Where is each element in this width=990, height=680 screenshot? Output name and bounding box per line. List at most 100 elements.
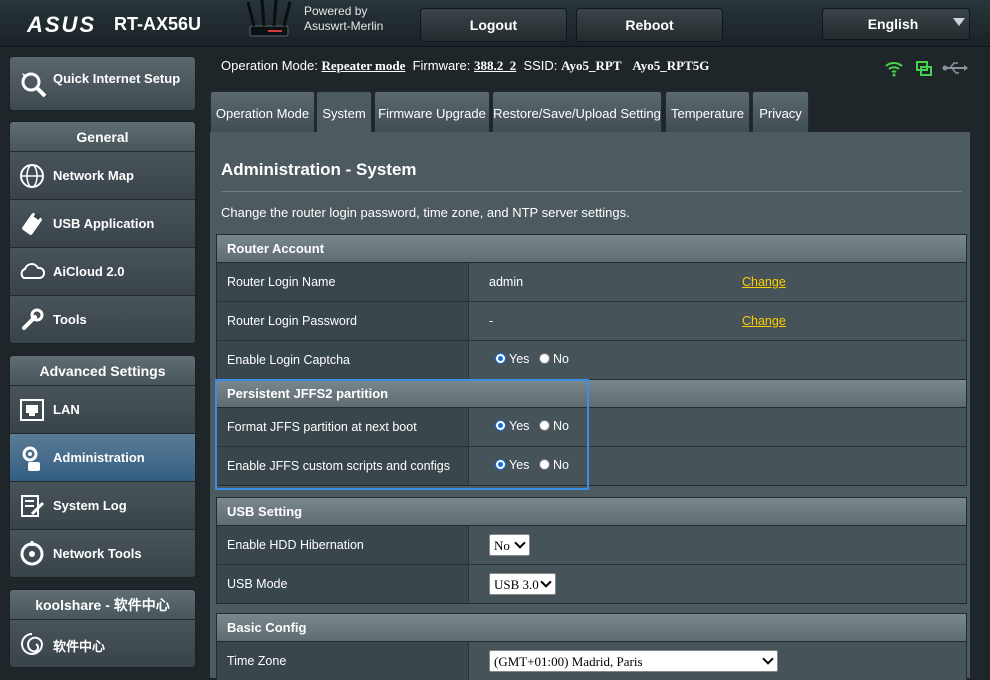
table-row: USB Mode USB 3.0 bbox=[217, 565, 966, 603]
login-password-value: - bbox=[489, 314, 494, 328]
language-select[interactable]: English bbox=[822, 8, 970, 40]
login-name-value: admin bbox=[489, 275, 524, 289]
login-password-label: Router Login Password bbox=[227, 314, 357, 328]
radio-unchecked-icon bbox=[539, 353, 550, 364]
general-title: General bbox=[10, 122, 195, 152]
jffs-highlight-box bbox=[215, 379, 589, 490]
sidebar-item-administration[interactable]: Administration bbox=[10, 434, 195, 482]
basic-config-header: Basic Config bbox=[217, 614, 966, 642]
network-tools-icon bbox=[20, 541, 44, 566]
router-account-header: Router Account bbox=[217, 235, 966, 263]
table-row: Enable Login Captcha Yes No bbox=[217, 341, 966, 379]
captcha-yes-radio[interactable]: Yes bbox=[495, 352, 529, 366]
table-row: Enable HDD Hibernation No bbox=[217, 526, 966, 565]
sidebar-item-software-center[interactable]: 软件中心 bbox=[10, 620, 195, 667]
sidebar-item-usb-application[interactable]: USB Application bbox=[10, 200, 195, 248]
sidebar-item-label: USB Application bbox=[53, 216, 155, 231]
firmware-link[interactable]: 388.2_2 bbox=[474, 58, 516, 73]
login-name-label: Router Login Name bbox=[227, 275, 336, 289]
tab-system[interactable]: System bbox=[316, 91, 372, 133]
wand-icon bbox=[21, 72, 47, 98]
wrench-icon bbox=[22, 308, 44, 330]
usb-setting-table: USB Setting Enable HDD Hibernation No US… bbox=[216, 497, 967, 604]
general-section: General Network Map USB Application AiCl… bbox=[9, 121, 196, 344]
sidebar-item-label: LAN bbox=[53, 402, 80, 417]
sidebar-item-label: Tools bbox=[53, 312, 87, 327]
cloud-icon bbox=[20, 263, 46, 279]
sidebar-item-label: System Log bbox=[53, 498, 127, 513]
change-password-link[interactable]: Change bbox=[742, 314, 786, 328]
advanced-section: Advanced Settings LAN Administration Sys… bbox=[9, 355, 196, 578]
logout-button[interactable]: Logout bbox=[420, 8, 567, 42]
operation-mode-link[interactable]: Repeater mode bbox=[321, 58, 405, 73]
time-zone-label: Time Zone bbox=[227, 654, 287, 668]
usb-icon[interactable] bbox=[942, 62, 969, 74]
sidebar-item-system-log[interactable]: System Log bbox=[10, 482, 195, 530]
clients-icon[interactable] bbox=[916, 61, 932, 76]
page-description: Change the router login password, time z… bbox=[221, 205, 630, 220]
captcha-no-radio[interactable]: No bbox=[539, 352, 569, 366]
ssid-2g: Ayo5_RPT bbox=[561, 58, 622, 73]
sidebar-item-tools[interactable]: Tools bbox=[10, 296, 195, 343]
globe-icon bbox=[20, 164, 44, 188]
table-row: Router Login Name admin Change bbox=[217, 263, 966, 302]
tab-restore-save-upload[interactable]: Restore/Save/Upload Setting bbox=[492, 91, 662, 133]
sidebar-item-network-map[interactable]: Network Map bbox=[10, 152, 195, 200]
powered-by: Powered by Asuswrt-Merlin bbox=[304, 4, 383, 34]
firmware-label: Firmware: bbox=[412, 58, 471, 73]
asus-logo: ASUS bbox=[27, 12, 97, 37]
chevron-down-icon bbox=[762, 653, 774, 665]
sidebar-item-label: Network Tools bbox=[53, 546, 142, 561]
status-icons bbox=[885, 61, 969, 77]
title-divider bbox=[221, 191, 962, 192]
usb-mode-select[interactable]: USB 3.0 bbox=[489, 573, 556, 595]
swirl-icon bbox=[21, 633, 44, 655]
radio-label: No bbox=[553, 352, 569, 366]
model-name: RT-AX56U bbox=[114, 14, 202, 34]
router-image bbox=[246, 0, 292, 37]
sidebar-item-lan[interactable]: LAN bbox=[10, 386, 195, 434]
page-title: Administration - System bbox=[221, 160, 417, 179]
operation-mode-label: Operation Mode: bbox=[221, 58, 318, 73]
koolshare-section: koolshare - 软件中心 软件中心 bbox=[9, 589, 196, 668]
table-row: Router Login Password - Change bbox=[217, 302, 966, 341]
captcha-label: Enable Login Captcha bbox=[227, 353, 351, 367]
sidebar-item-label: 软件中心 bbox=[53, 639, 106, 654]
powered-line-1: Powered by bbox=[304, 4, 368, 18]
sidebar-item-aicloud[interactable]: AiCloud 2.0 bbox=[10, 248, 195, 296]
usb-setting-header: USB Setting bbox=[217, 498, 966, 526]
select-value: (GMT+01:00) Madrid, Paris bbox=[494, 654, 643, 669]
quick-internet-setup-button[interactable]: Quick Internet Setup bbox=[9, 56, 196, 111]
tab-operation-mode[interactable]: Operation Mode bbox=[210, 91, 315, 133]
quick-setup-label: Quick Internet Setup bbox=[53, 71, 181, 86]
sidebar-item-label: Network Map bbox=[53, 168, 134, 183]
wifi-icon[interactable] bbox=[885, 62, 903, 77]
radio-checked-icon bbox=[495, 353, 506, 364]
log-icon bbox=[21, 495, 45, 517]
select-value: No bbox=[494, 538, 510, 553]
select-value: USB 3.0 bbox=[494, 577, 539, 592]
reboot-button[interactable]: Reboot bbox=[576, 8, 723, 42]
tab-temperature[interactable]: Temperature bbox=[665, 91, 750, 133]
sidebar-item-label: Administration bbox=[53, 450, 145, 465]
sidebar-item-label: AiCloud 2.0 bbox=[53, 264, 125, 279]
powered-line-2: Asuswrt-Merlin bbox=[304, 19, 384, 33]
hdd-hibernation-label: Enable HDD Hibernation bbox=[227, 538, 364, 552]
sidebar-item-network-tools[interactable]: Network Tools bbox=[10, 530, 195, 577]
lan-icon bbox=[20, 399, 44, 421]
change-login-name-link[interactable]: Change bbox=[742, 275, 786, 289]
advanced-title: Advanced Settings bbox=[10, 356, 195, 386]
admin-gear-icon bbox=[22, 446, 40, 471]
usb-puzzle-icon bbox=[22, 212, 42, 235]
tab-privacy[interactable]: Privacy bbox=[752, 91, 809, 133]
tab-firmware-upgrade[interactable]: Firmware Upgrade bbox=[374, 91, 490, 133]
chevron-down-icon bbox=[514, 537, 526, 549]
ssid-label: SSID: bbox=[523, 58, 558, 73]
language-label: English bbox=[867, 16, 919, 32]
status-info-bar: Operation Mode: Repeater mode Firmware: … bbox=[221, 58, 709, 74]
time-zone-select[interactable]: (GMT+01:00) Madrid, Paris bbox=[489, 650, 778, 672]
top-banner: ASUS RT-AX56U Powered by Asuswrt-Merlin … bbox=[0, 0, 990, 47]
hdd-hibernation-select[interactable]: No bbox=[489, 534, 530, 556]
chevron-down-icon bbox=[540, 576, 552, 588]
ssid-5g: Ayo5_RPT5G bbox=[632, 58, 710, 73]
